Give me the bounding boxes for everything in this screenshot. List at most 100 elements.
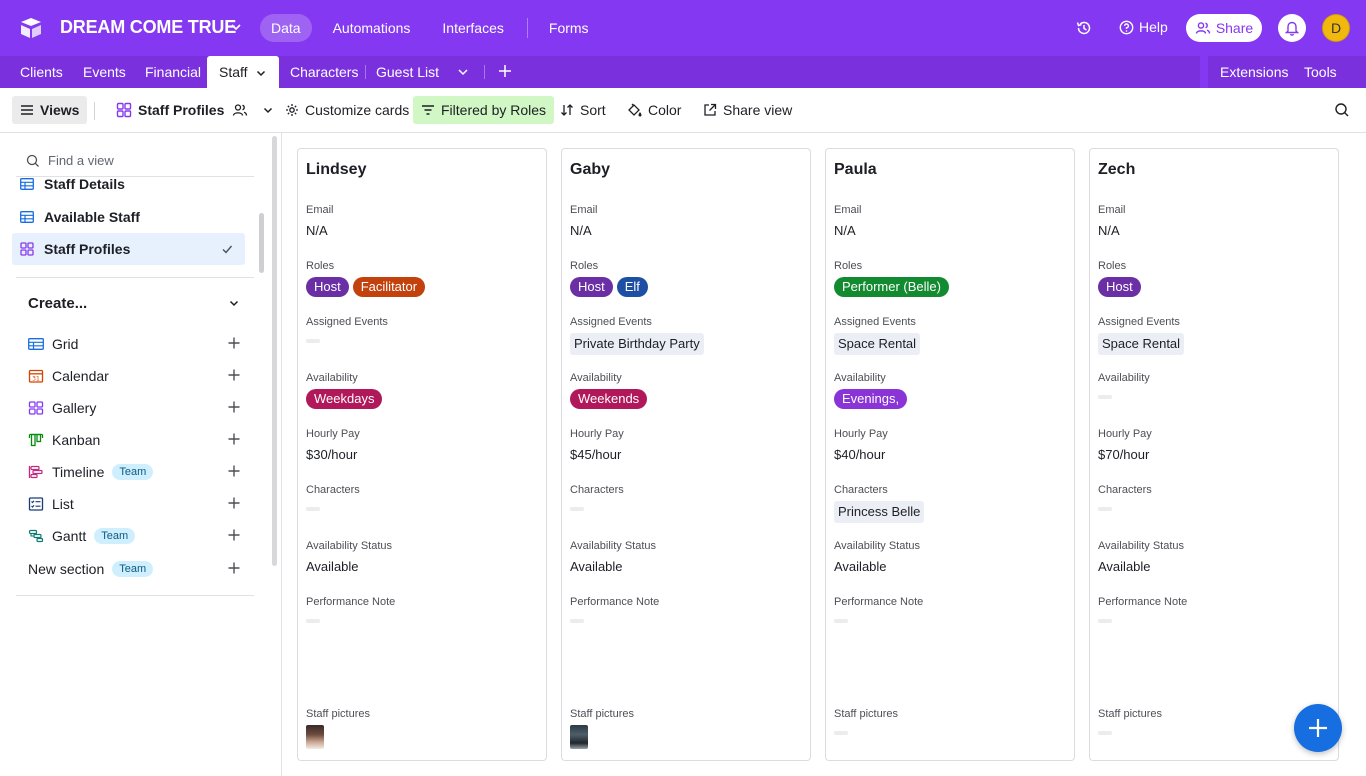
create-calendar-view[interactable]: 31 Calendar (28, 362, 254, 390)
sidebar-scrollbar[interactable] (272, 136, 277, 566)
empty-value-placeholder (306, 619, 320, 623)
tools-label: Tools (1304, 64, 1337, 80)
airtable-logo-icon[interactable] (18, 16, 44, 40)
create-item-label: Gallery (52, 400, 97, 416)
record-card[interactable]: Gaby Email N/A Roles Host Elf Assigned Events P… (561, 148, 811, 761)
color-button[interactable]: Color (619, 96, 689, 124)
tab-clients[interactable]: Clients (8, 56, 75, 88)
sidebar-view-staff-profiles[interactable]: Staff Profiles (12, 233, 245, 265)
chevron-down-icon[interactable] (456, 65, 470, 79)
chevron-down-icon[interactable] (229, 20, 243, 34)
staff-picture-thumbnail[interactable] (570, 725, 588, 749)
tab-guest-list[interactable]: Guest List (364, 56, 451, 88)
field-roles: Roles Host Elf (570, 259, 804, 297)
user-avatar[interactable]: D (1322, 14, 1350, 42)
tab-financial[interactable]: Financial (133, 56, 213, 88)
create-item-label: List (52, 496, 74, 512)
filter-button[interactable]: Filtered by Roles (413, 96, 555, 124)
notifications-button[interactable] (1278, 14, 1306, 42)
filter-label: Filtered by Roles (441, 102, 547, 118)
create-timeline-view[interactable]: Timeline Team (28, 458, 254, 486)
empty-value-placeholder (834, 731, 848, 735)
create-new-section[interactable]: New section Team (28, 555, 254, 583)
nav-data[interactable]: Data (260, 14, 312, 42)
views-scrollbar[interactable] (259, 213, 264, 273)
extensions-button[interactable]: Extensions (1208, 56, 1300, 88)
linked-record-chip[interactable]: Private Birthday Party (570, 333, 704, 355)
share-view-button[interactable]: Share view (695, 96, 800, 124)
current-view-name: Staff Profiles (138, 102, 225, 118)
roles-value: Host (1098, 277, 1332, 297)
plus-icon[interactable] (228, 401, 240, 413)
help-button[interactable]: Help (1119, 19, 1168, 35)
add-record-button[interactable] (1294, 704, 1342, 752)
record-card[interactable]: Zech Email N/A Roles Host Assigned Events Spac… (1089, 148, 1339, 761)
chevron-down-icon[interactable] (255, 67, 267, 79)
tab-characters[interactable]: Characters (278, 56, 370, 88)
chevron-down-icon[interactable] (228, 297, 240, 309)
nav-automations[interactable]: Automations (322, 14, 422, 42)
nav-forms[interactable]: Forms (538, 14, 600, 42)
plus-icon[interactable] (228, 562, 240, 574)
linked-record-chip[interactable]: Space Rental (834, 333, 921, 355)
paint-bucket-icon (628, 103, 642, 117)
list-icon (28, 497, 44, 511)
field-label: Assigned Events (570, 316, 652, 328)
role-tag: Elf (616, 277, 648, 297)
roles-value: Host Elf (570, 277, 804, 297)
search-icon[interactable] (1334, 102, 1350, 118)
customize-cards-button[interactable]: Customize cards (277, 96, 417, 124)
tab-events[interactable]: Events (71, 56, 138, 88)
add-table-icon[interactable] (498, 64, 512, 78)
sort-button[interactable]: Sort (552, 96, 614, 124)
create-gallery-view[interactable]: Gallery (28, 394, 254, 422)
roles-value: Performer (Belle) (834, 277, 1068, 297)
plus-icon[interactable] (228, 369, 240, 381)
tools-button[interactable]: Tools (1292, 56, 1366, 109)
plus-icon[interactable] (228, 433, 240, 445)
base-name[interactable]: DREAM COME TRUE (60, 17, 236, 38)
views-toggle-button[interactable]: Views (12, 96, 88, 124)
linked-record-chip[interactable]: Space Rental (1098, 333, 1185, 355)
field-label: Assigned Events (306, 316, 388, 328)
field-label: Email (570, 204, 598, 216)
view-label: Available Staff (44, 209, 140, 225)
record-card[interactable]: Paula Email N/A Roles Performer (Belle) Assig… (825, 148, 1075, 761)
staff-picture-thumbnail[interactable] (306, 725, 324, 749)
create-kanban-view[interactable]: Kanban (28, 426, 254, 454)
field-availability-status: Availability Status Available (570, 539, 804, 577)
create-list-view[interactable]: List (28, 490, 254, 518)
views-sidebar: Staff Details Available Staff Staff Prof… (0, 133, 282, 776)
team-badge: Team (112, 561, 154, 577)
record-card[interactable]: Lindsey Email N/A Roles Host Facilitator Assig… (297, 148, 547, 761)
availability-value: Evenings, (834, 389, 1068, 409)
plus-icon[interactable] (228, 465, 240, 477)
card-title: Lindsey (306, 161, 367, 178)
help-circle-icon (1119, 20, 1134, 34)
timeline-icon (28, 465, 43, 479)
history-icon[interactable] (1075, 19, 1093, 37)
field-label: Roles (834, 260, 863, 272)
nav-interfaces[interactable]: Interfaces (431, 14, 514, 42)
linked-record-chip[interactable]: Princess Belle (834, 501, 925, 523)
share-button[interactable]: Share (1186, 14, 1262, 42)
check-icon (222, 245, 233, 254)
assigned-events-value: Private Birthday Party (570, 333, 804, 355)
filter-icon (422, 105, 434, 115)
plus-icon[interactable] (228, 529, 240, 541)
sidebar-view-staff-details[interactable]: Staff Details (12, 171, 245, 197)
availability-status-value: Available (1098, 559, 1151, 574)
plus-icon[interactable] (228, 497, 240, 509)
share-view-label: Share view (723, 102, 793, 118)
tab-staff[interactable]: Staff (207, 56, 280, 88)
assigned-events-value: Space Rental (834, 333, 1068, 355)
create-grid-view[interactable]: Grid (28, 330, 254, 358)
find-view-input[interactable] (48, 153, 238, 168)
external-link-icon (704, 103, 717, 116)
empty-value-placeholder (1098, 507, 1112, 511)
create-section-title[interactable]: Create... (28, 295, 87, 312)
create-gantt-view[interactable]: Gantt Team (28, 522, 254, 550)
sidebar-view-available-staff[interactable]: Available Staff (12, 201, 245, 233)
current-view-button[interactable]: Staff Profiles (108, 96, 288, 124)
plus-icon[interactable] (228, 337, 240, 349)
